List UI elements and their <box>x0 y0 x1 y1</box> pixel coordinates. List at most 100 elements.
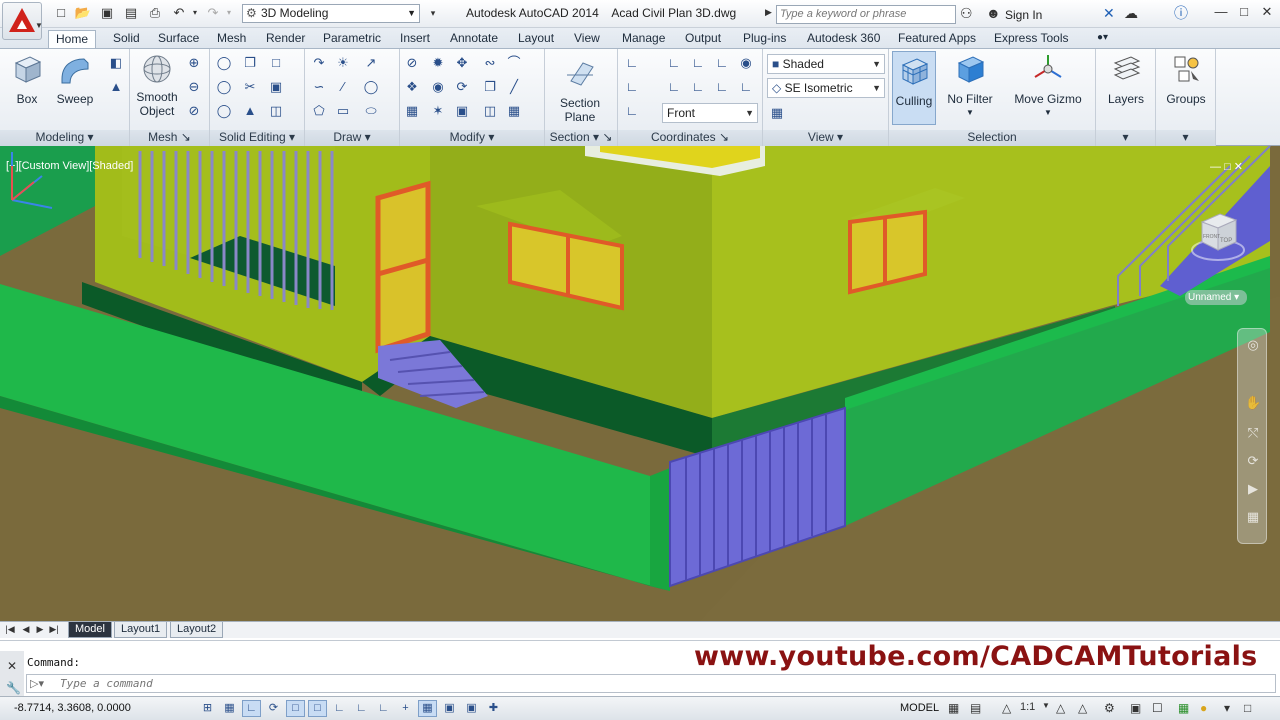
ribbon-minimize-icon[interactable]: ●▾ <box>1090 30 1115 48</box>
minimize-icon[interactable]: — <box>1210 4 1232 22</box>
dynamic-input-icon[interactable]: ∟ <box>374 700 393 717</box>
tab-autodesk-360[interactable]: Autodesk 360 <box>800 30 887 48</box>
move-gizmo-button[interactable]: Move Gizmo ▼ <box>1009 53 1087 120</box>
extrude-faces-icon[interactable]: ▣ <box>266 77 286 97</box>
status-menu-icon[interactable]: ▾ <box>1224 701 1230 715</box>
new-icon[interactable]: □ <box>52 5 70 21</box>
tab-annotate[interactable]: Annotate <box>443 30 505 48</box>
presspull-icon[interactable]: ▲ <box>106 77 126 97</box>
view-front-select[interactable]: Front ▼ <box>662 103 758 123</box>
orbit-icon[interactable]: ⟳ <box>1245 453 1261 469</box>
command-line[interactable]: ▷▾ <box>26 674 1276 693</box>
tab-output[interactable]: Output <box>678 30 728 48</box>
spline-icon[interactable]: ∽ <box>309 77 329 97</box>
separate-icon[interactable]: ❐ <box>240 53 260 73</box>
smooth-more-icon[interactable]: ⊕ <box>184 53 204 73</box>
viewport-minimize-icon[interactable]: — <box>1210 161 1221 173</box>
layers-expand-icon[interactable]: ▾ <box>1096 130 1155 146</box>
ucs-object-icon[interactable]: ∟ <box>688 77 708 97</box>
scale-icon[interactable]: ▣ <box>452 101 472 121</box>
viewport-close-icon[interactable]: ✕ <box>1234 161 1243 173</box>
wrench-icon[interactable]: 🔧 <box>6 681 21 695</box>
culling-button[interactable]: Culling <box>892 51 936 125</box>
panel-label-selection[interactable]: Selection <box>889 130 1095 146</box>
infer-constraints-icon[interactable]: ⊞ <box>198 700 217 717</box>
tab-render[interactable]: Render <box>259 30 312 48</box>
annotation-monitor-icon[interactable]: ✚ <box>484 700 503 717</box>
groups-expand-icon[interactable]: ▾ <box>1156 130 1215 146</box>
3d-rotate-icon[interactable]: ◉ <box>428 77 448 97</box>
exchange-icon[interactable]: ✕ <box>1103 5 1115 21</box>
clean-screen-icon[interactable]: □ <box>1244 701 1251 715</box>
union-icon[interactable]: ◯ <box>214 53 234 73</box>
tab-surface[interactable]: Surface <box>151 30 206 48</box>
tab-home[interactable]: Home <box>48 30 97 48</box>
dynamic-ucs-icon[interactable]: ∟ <box>352 700 371 717</box>
ucs-3point-icon[interactable]: ∟ <box>712 53 732 73</box>
ortho-mode-icon[interactable]: ∟ <box>242 700 261 717</box>
panel-label-modeling[interactable]: Modeling ▾ <box>0 130 129 146</box>
view-direction-select[interactable]: ◇ SE Isometric ▼ <box>767 78 885 98</box>
save-icon[interactable]: ▣ <box>98 5 116 21</box>
intersect-icon[interactable]: ◯ <box>214 101 234 121</box>
panel-label-modify[interactable]: Modify ▾ <box>400 130 544 146</box>
maximize-icon[interactable]: □ <box>1233 4 1255 22</box>
ucs-x-icon[interactable]: ∟ <box>712 77 732 97</box>
panel-label-solid-editing[interactable]: Solid Editing ▾ <box>210 130 304 146</box>
ucs-z-icon[interactable]: ∟ <box>622 101 642 121</box>
ucs-view-icon[interactable]: ∟ <box>664 77 684 97</box>
tab-view[interactable]: View <box>567 30 607 48</box>
groups-button[interactable]: Groups <box>1162 53 1210 106</box>
tab-parametric[interactable]: Parametric <box>316 30 388 48</box>
ucs-origin-icon[interactable]: ∟ <box>688 53 708 73</box>
box-button[interactable]: Box <box>8 53 46 106</box>
panel-label-coordinates[interactable]: Coordinates ↘ <box>618 130 762 146</box>
quick-properties-icon[interactable]: ▣ <box>440 700 459 717</box>
help-icon[interactable]: ⓘ <box>1174 5 1188 21</box>
smooth-object-button[interactable]: Smooth Object <box>134 53 180 118</box>
visual-style-select[interactable]: ■ Shaded ▼ <box>767 54 885 74</box>
rect-array-icon[interactable]: ▦ <box>504 101 524 121</box>
isolate-objects-icon[interactable]: ▦ <box>1178 701 1189 715</box>
search-input[interactable]: Type a keyword or phrase <box>776 5 956 24</box>
circle-icon[interactable]: ◯ <box>361 77 381 97</box>
extrude-icon[interactable]: ◧ <box>106 53 126 73</box>
section-plane-button[interactable]: Section Plane <box>555 57 605 124</box>
showmotion-icon[interactable]: ▶ <box>1245 481 1261 497</box>
offset-icon[interactable]: ⊘ <box>402 53 422 73</box>
slice-icon[interactable]: ✂ <box>240 77 260 97</box>
tab-model[interactable]: Model <box>68 622 112 638</box>
annotation-scale-icon[interactable]: △ <box>1002 701 1011 715</box>
viewport-config-icon[interactable]: ▦ <box>767 103 787 123</box>
viewport-restore-icon[interactable]: □ <box>1224 161 1231 173</box>
stretch-icon[interactable]: ◫ <box>480 101 500 121</box>
prev-layout-icon[interactable]: ◀ <box>20 623 32 636</box>
3d-move-icon[interactable]: ✹ <box>428 53 448 73</box>
binoculars-icon[interactable]: ⚇ <box>960 5 973 21</box>
annotation-scale-value[interactable]: 1:1 <box>1020 701 1035 713</box>
snap-mode-icon[interactable]: ▦ <box>220 700 239 717</box>
pan-hand-icon[interactable]: ✋ <box>1245 395 1261 411</box>
refine-mesh-icon[interactable]: ⊘ <box>184 101 204 121</box>
tab-manage[interactable]: Manage <box>615 30 672 48</box>
object-snap-icon[interactable]: □ <box>286 700 305 717</box>
polygon-icon[interactable]: ⬠ <box>309 101 329 121</box>
model-space-button[interactable]: MODEL <box>900 702 939 714</box>
ucs-named-icon[interactable]: ◉ <box>736 53 756 73</box>
tab-mesh[interactable]: Mesh <box>210 30 253 48</box>
lineweight-icon[interactable]: + <box>396 700 415 717</box>
ucs-y-icon[interactable]: ∟ <box>736 77 756 97</box>
chamfer-icon[interactable]: ╱ <box>504 77 524 97</box>
viewcube[interactable]: TOP FRONT <box>1190 208 1248 264</box>
quick-view-drawings-icon[interactable]: ▤ <box>970 701 981 715</box>
drawing-viewport[interactable]: [−][Custom View][Shaded] — □ ✕ TOP FRONT… <box>0 146 1280 621</box>
undo-dropdown-icon[interactable]: ▾ <box>186 5 204 21</box>
3d-object-snap-icon[interactable]: □ <box>308 700 327 717</box>
panel-label-view[interactable]: View ▾ <box>763 130 888 146</box>
customize-nav-icon[interactable]: ▦ <box>1245 509 1261 525</box>
command-input[interactable] <box>60 676 1260 691</box>
save-as-icon[interactable]: ▤ <box>122 5 140 21</box>
3d-polyline-icon[interactable]: ☀ <box>333 53 353 73</box>
sign-in-link[interactable]: Sign In <box>1005 8 1042 22</box>
next-layout-icon[interactable]: ▶ <box>34 623 46 636</box>
